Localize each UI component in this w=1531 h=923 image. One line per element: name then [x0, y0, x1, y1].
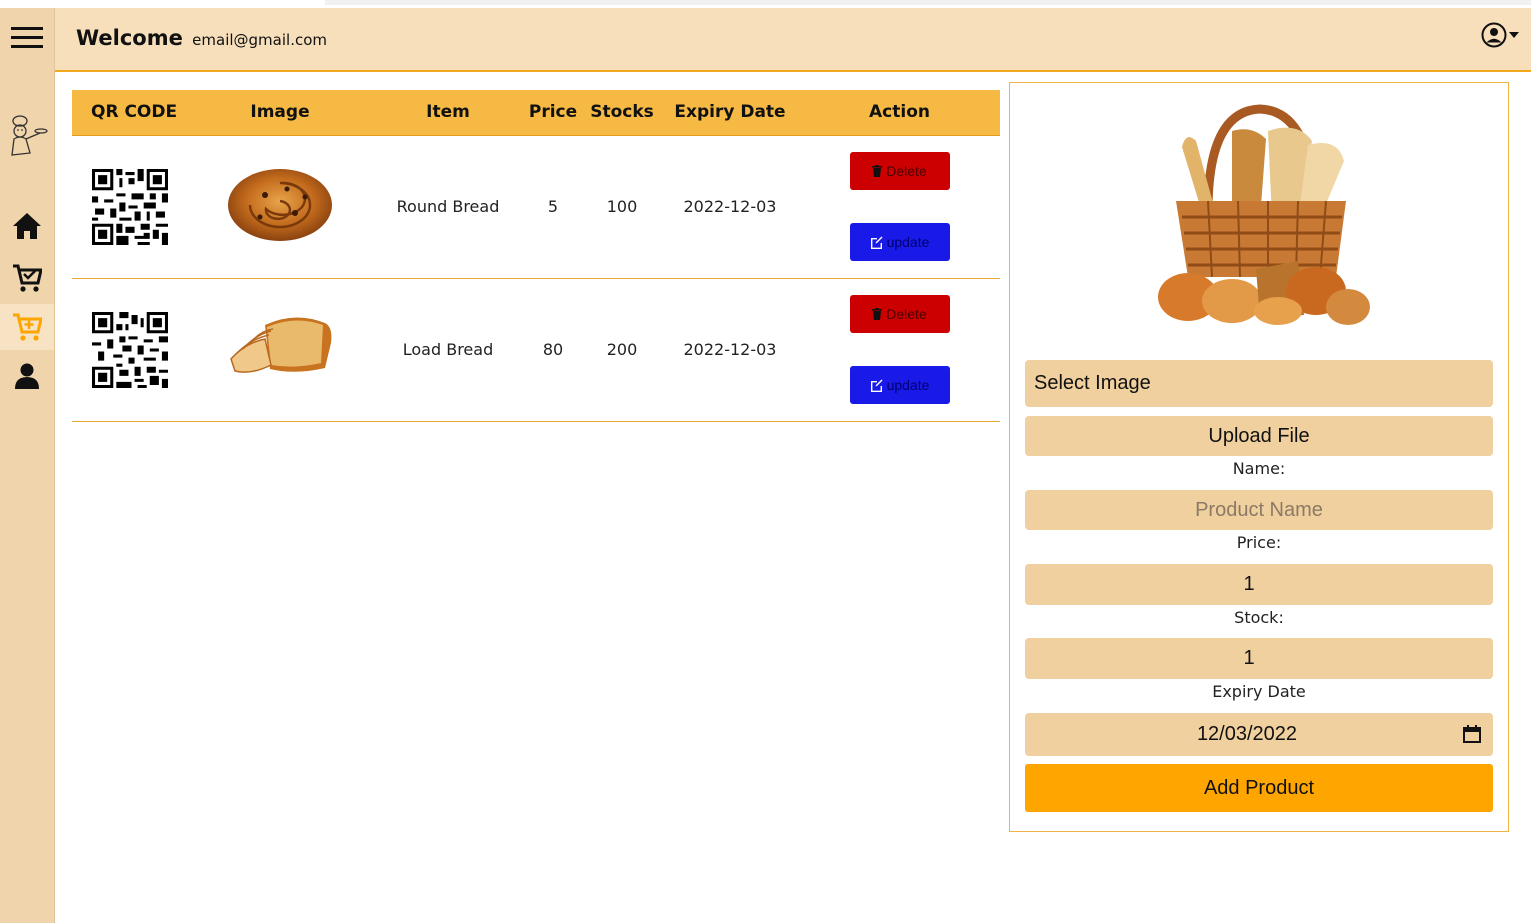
- cart-check-icon[interactable]: [0, 256, 54, 300]
- stock-field[interactable]: 1: [1025, 638, 1493, 679]
- action-cell: Delete update: [799, 278, 1000, 422]
- bread-basket-image: [1158, 104, 1370, 325]
- delete-label: Delete: [886, 306, 927, 322]
- qr-code-icon: [92, 311, 168, 388]
- product-image-cell: [187, 135, 373, 279]
- chef-logo: [0, 106, 54, 162]
- col-qr-code: QR CODE: [72, 90, 187, 136]
- item-price: 80: [523, 278, 583, 422]
- select-image-label: Select Image: [1034, 372, 1151, 394]
- product-image-cell: [187, 278, 373, 422]
- delete-button[interactable]: Delete: [849, 295, 950, 333]
- browser-tab-area: [325, 0, 1531, 5]
- update-button[interactable]: update: [849, 366, 950, 404]
- table-row: Round Bread 5 100 2022-12-03 Delete upda…: [72, 135, 1000, 279]
- user-icon[interactable]: [0, 354, 54, 398]
- price-field[interactable]: 1: [1025, 564, 1493, 605]
- col-image: Image: [187, 90, 373, 136]
- col-action: Action: [799, 90, 1000, 136]
- table-header-row: QR CODE Image Item Price Stocks Expiry D…: [72, 90, 1000, 136]
- add-product-button[interactable]: Add Product: [1025, 764, 1493, 812]
- add-product-form: Select Image Upload File Name: Product N…: [1009, 82, 1509, 832]
- price-label: Price:: [1236, 533, 1282, 552]
- name-label: Name:: [1232, 459, 1286, 478]
- upload-file-button[interactable]: Upload File: [1025, 416, 1493, 456]
- item-name: Load Bread: [373, 278, 523, 422]
- qr-code-cell: [72, 135, 187, 279]
- welcome-label: Welcome: [76, 26, 183, 50]
- caret-down-icon: [1509, 32, 1519, 38]
- user-email: email@gmail.com: [192, 31, 328, 49]
- qr-code-icon: [92, 168, 168, 245]
- col-price: Price: [523, 90, 583, 136]
- top-header: Welcome email@gmail.com: [55, 8, 1531, 72]
- trash-icon: [872, 165, 883, 177]
- upload-file-label: Upload File: [1208, 424, 1310, 447]
- stock-label: Stock:: [1234, 608, 1284, 627]
- qr-code-cell: [72, 278, 187, 422]
- welcome-text: Welcome email@gmail.com: [76, 26, 327, 50]
- expiry-date-label: Expiry Date: [1212, 682, 1306, 701]
- product-name-field[interactable]: Product Name: [1025, 490, 1493, 530]
- account-menu[interactable]: [1481, 22, 1519, 48]
- item-expiry: 2022-12-03: [661, 135, 799, 279]
- col-stocks: Stocks: [583, 90, 661, 136]
- delete-button[interactable]: Delete: [849, 152, 950, 190]
- col-item: Item: [373, 90, 523, 136]
- col-expiry: Expiry Date: [661, 90, 799, 136]
- select-image-input[interactable]: Select Image: [1025, 360, 1493, 407]
- product-name-placeholder: Product Name: [1195, 498, 1323, 521]
- loaf-bread-image: [230, 316, 332, 373]
- add-product-label: Add Product: [1203, 776, 1315, 799]
- expiry-date-value: 12/03/2022: [1196, 723, 1298, 745]
- delete-label: Delete: [886, 163, 927, 179]
- cart-plus-icon[interactable]: [0, 304, 54, 350]
- stock-value: 1: [1243, 647, 1255, 669]
- edit-icon: [870, 236, 883, 249]
- action-cell: Delete update: [799, 135, 1000, 279]
- price-value: 1: [1243, 573, 1255, 595]
- table-row: Load Bread 80 200 2022-12-03 Delete upda…: [72, 278, 1000, 422]
- account-circle-icon: [1481, 22, 1507, 48]
- update-label: update: [886, 234, 930, 250]
- item-expiry: 2022-12-03: [661, 278, 799, 422]
- item-stocks: 100: [583, 135, 661, 279]
- sidebar: [0, 8, 55, 923]
- item-price: 5: [523, 135, 583, 279]
- item-name: Round Bread: [373, 135, 523, 279]
- trash-icon: [872, 308, 883, 320]
- menu-icon[interactable]: [0, 22, 54, 52]
- update-label: update: [886, 377, 930, 393]
- browser-top-strip: [0, 0, 1531, 6]
- item-stocks: 200: [583, 278, 661, 422]
- edit-icon: [870, 379, 883, 392]
- products-table: QR CODE Image Item Price Stocks Expiry D…: [72, 90, 1000, 422]
- calendar-icon[interactable]: [1463, 725, 1481, 743]
- update-button[interactable]: update: [849, 223, 950, 261]
- round-bread-image: [228, 168, 332, 241]
- home-icon[interactable]: [0, 204, 54, 248]
- expiry-date-field[interactable]: 12/03/2022: [1025, 713, 1493, 756]
